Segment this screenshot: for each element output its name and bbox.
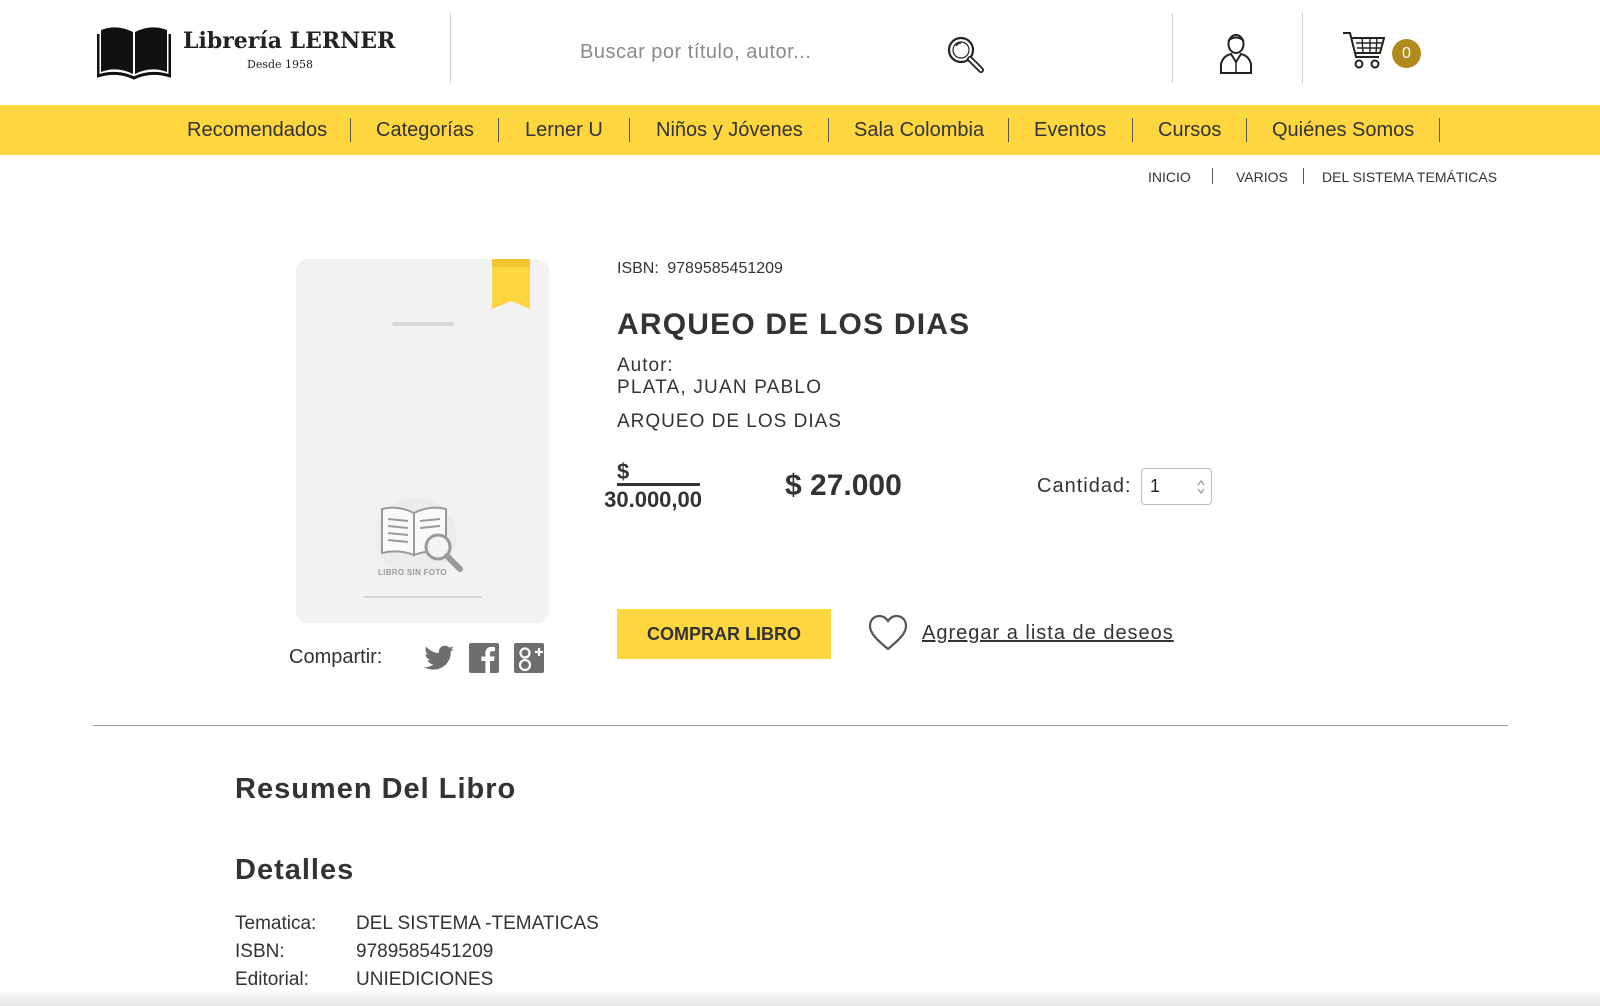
- nav-separator: [1008, 118, 1009, 142]
- heart-icon[interactable]: [868, 614, 908, 652]
- book-title: ARQUEO DE LOS DIAS: [617, 308, 971, 341]
- header-divider: [1302, 13, 1303, 83]
- detail-key: Editorial:: [235, 969, 309, 990]
- nav-separator: [1439, 118, 1440, 142]
- google-plus-icon[interactable]: [513, 642, 545, 674]
- cover-title-line: [392, 322, 454, 326]
- current-price: $ 27.000: [785, 469, 902, 502]
- breadcrumb-item-varios[interactable]: VARIOS: [1236, 169, 1288, 185]
- old-price-strikethrough: [617, 483, 700, 486]
- search-input[interactable]: [580, 32, 910, 72]
- details-heading: Detalles: [235, 854, 355, 886]
- section-divider: [93, 725, 1508, 726]
- header-divider: [450, 13, 451, 83]
- nav-item-cursos[interactable]: Cursos: [1158, 105, 1221, 155]
- nav-separator: [498, 118, 499, 142]
- detail-value: UNIEDICIONES: [356, 969, 494, 990]
- nav-separator: [1132, 118, 1133, 142]
- cover-bottom-line: [364, 596, 482, 598]
- breadcrumb-item-tematicas[interactable]: DEL SISTEMA TEMÁTICAS: [1322, 169, 1497, 185]
- buy-book-button[interactable]: COMPRAR LIBRO: [617, 609, 831, 659]
- quantity-label: Cantidad:: [1037, 475, 1132, 497]
- user-icon[interactable]: [1218, 32, 1254, 74]
- isbn-label-text: ISBN:: [617, 260, 659, 277]
- breadcrumb-separator: [1212, 168, 1213, 184]
- stepper-arrows-icon[interactable]: [1196, 478, 1206, 496]
- open-book-icon: [97, 27, 171, 80]
- cart-icon[interactable]: [1342, 30, 1386, 72]
- logo-name: Librería LERNER: [183, 28, 396, 54]
- facebook-icon[interactable]: [468, 642, 500, 674]
- no-photo-label: LIBRO SIN FOTO: [378, 568, 447, 577]
- cart-count-badge: 0: [1392, 39, 1421, 68]
- nav-separator: [1246, 118, 1247, 142]
- nav-item-eventos[interactable]: Eventos: [1034, 105, 1106, 155]
- detail-value: DEL SISTEMA -TEMATICAS: [356, 913, 599, 934]
- old-price-value: 30.000,00: [604, 487, 702, 512]
- share-label: Compartir:: [289, 646, 383, 668]
- author-label: Autor:: [617, 355, 674, 376]
- detail-key: ISBN:: [235, 941, 285, 962]
- detail-key: Tematica:: [235, 913, 317, 934]
- nav-separator: [828, 118, 829, 142]
- logo[interactable]: Librería LERNER Desde 1958: [97, 22, 395, 82]
- author-name[interactable]: PLATA, JUAN PABLO: [617, 377, 822, 399]
- nav-item-recomendados[interactable]: Recomendados: [187, 105, 327, 155]
- header-divider: [1172, 13, 1173, 83]
- book-subtitle: ARQUEO DE LOS DIAS: [617, 411, 842, 432]
- book-cover-placeholder: LIBRO SIN FOTO: [296, 259, 549, 623]
- nav-separator: [350, 118, 351, 142]
- summary-heading: Resumen Del Libro: [235, 773, 517, 805]
- nav-item-ninos-jovenes[interactable]: Niños y Jóvenes: [656, 105, 803, 155]
- detail-value: 9789585451209: [356, 941, 494, 962]
- isbn-value: 9789585451209: [667, 260, 783, 277]
- nav-item-quienes-somos[interactable]: Quiénes Somos: [1272, 105, 1414, 155]
- nav-item-categorias[interactable]: Categorías: [376, 105, 474, 155]
- add-to-wishlist-link[interactable]: Agregar a lista de deseos: [922, 622, 1174, 645]
- site-header: Librería LERNER Desde 1958 0: [0, 0, 1600, 105]
- old-price: $ 30.000,00: [580, 458, 702, 514]
- bookmark-ribbon-icon: [492, 259, 530, 309]
- search-icon[interactable]: [945, 34, 987, 76]
- nav-separator: [629, 118, 630, 142]
- main-nav: Recomendados Categorías Lerner U Niños y…: [0, 105, 1600, 155]
- twitter-icon[interactable]: [423, 642, 455, 674]
- breadcrumb-separator: [1303, 168, 1304, 184]
- old-price-symbol: $: [617, 459, 630, 484]
- nav-item-sala-colombia[interactable]: Sala Colombia: [854, 105, 984, 155]
- logo-tagline: Desde 1958: [247, 58, 314, 71]
- nav-item-lerner-u[interactable]: Lerner U: [525, 105, 603, 155]
- breadcrumb-item-inicio[interactable]: INICIO: [1148, 169, 1191, 185]
- isbn-label: ISBN: 9789585451209: [617, 260, 783, 278]
- scroll-fade: [0, 990, 1600, 1006]
